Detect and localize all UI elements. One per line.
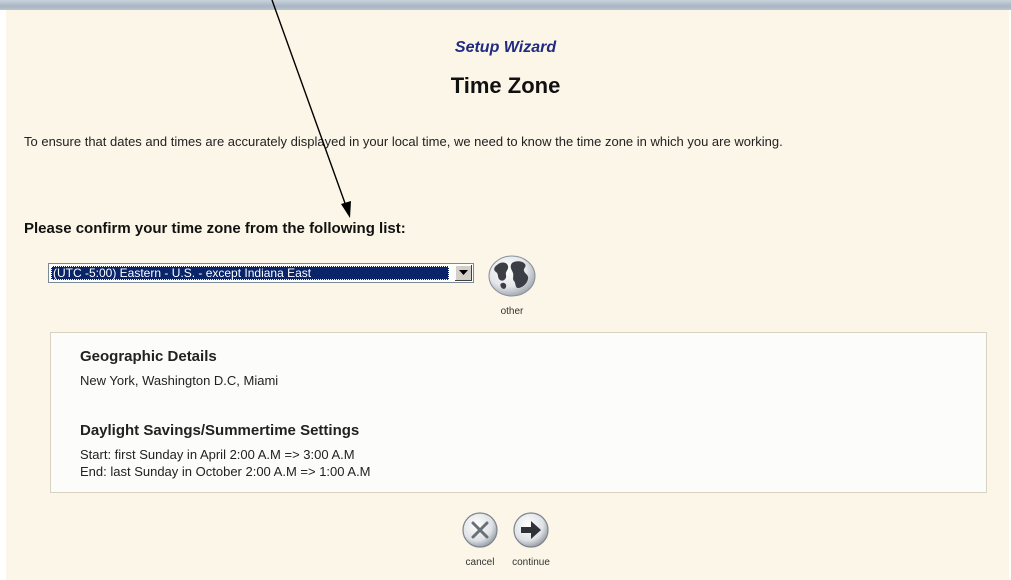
other-timezone-button[interactable] bbox=[487, 255, 537, 297]
timezone-select[interactable]: (UTC -5:00) Eastern - U.S. - except Indi… bbox=[48, 263, 474, 283]
continue-label: continue bbox=[512, 557, 550, 568]
timezone-details-box: Geographic Details New York, Washington … bbox=[50, 332, 987, 493]
dst-end-text: End: last Sunday in October 2:00 A.M => … bbox=[80, 464, 371, 479]
timezone-prompt: Please confirm your time zone from the f… bbox=[24, 220, 406, 237]
geographic-details-heading: Geographic Details bbox=[80, 348, 217, 365]
timezone-selected-value: (UTC -5:00) Eastern - U.S. - except Indi… bbox=[51, 266, 449, 280]
geographic-cities: New York, Washington D.C, Miami bbox=[80, 373, 279, 388]
dst-settings-heading: Daylight Savings/Summertime Settings bbox=[80, 422, 360, 439]
top-header-band bbox=[0, 0, 1011, 10]
page-title: Time Zone bbox=[450, 73, 561, 98]
wizard-label: Setup Wizard bbox=[454, 39, 557, 56]
globe-icon bbox=[488, 255, 536, 297]
intro-text: To ensure that dates and times are accur… bbox=[24, 134, 783, 149]
dropdown-arrow-button[interactable] bbox=[454, 265, 472, 281]
cancel-label: cancel bbox=[465, 557, 495, 568]
dst-start-text: Start: first Sunday in April 2:00 A.M =>… bbox=[80, 447, 355, 462]
continue-button[interactable] bbox=[512, 511, 550, 549]
cancel-button[interactable] bbox=[461, 511, 499, 549]
cancel-icon bbox=[462, 512, 498, 548]
other-timezone-label: other bbox=[500, 306, 524, 317]
chevron-down-icon bbox=[459, 270, 468, 275]
arrow-right-icon bbox=[513, 512, 549, 548]
